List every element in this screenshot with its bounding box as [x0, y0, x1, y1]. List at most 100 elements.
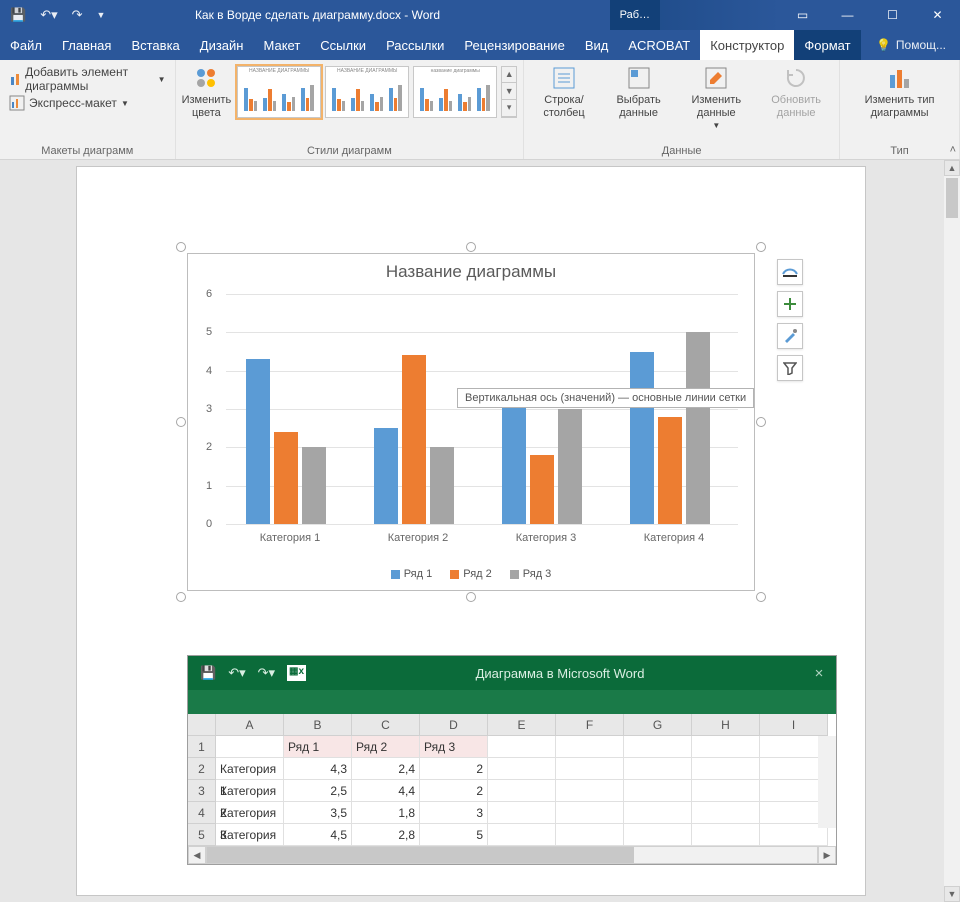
cell[interactable]: Категория 3: [216, 802, 284, 824]
column-header[interactable]: C: [352, 714, 420, 736]
datasheet-save-icon[interactable]: 💾: [200, 665, 216, 681]
change-colors-button[interactable]: Изменить цвета: [182, 64, 232, 119]
bar[interactable]: [502, 390, 526, 524]
cell[interactable]: [624, 758, 692, 780]
cell[interactable]: [556, 780, 624, 802]
tab-format[interactable]: Формат: [794, 30, 860, 60]
cell[interactable]: [556, 736, 624, 758]
legend-item[interactable]: Ряд 2: [450, 568, 492, 580]
gallery-down-icon[interactable]: ▼: [502, 83, 516, 100]
cell[interactable]: [692, 824, 760, 846]
add-chart-element-button[interactable]: Добавить элемент диаграммы▼: [6, 64, 169, 94]
legend-item[interactable]: Ряд 1: [391, 568, 433, 580]
datasheet-redo-icon[interactable]: ↷▾: [258, 665, 275, 681]
resize-handle[interactable]: [756, 417, 766, 427]
cell[interactable]: Ряд 1: [284, 736, 352, 758]
cell[interactable]: [488, 758, 556, 780]
scroll-thumb[interactable]: [946, 178, 958, 218]
chart-legend[interactable]: Ряд 1Ряд 2Ряд 3: [188, 568, 754, 580]
cell[interactable]: 3: [420, 802, 488, 824]
datasheet-close-icon[interactable]: ×: [802, 665, 836, 682]
tab-mailings[interactable]: Рассылки: [376, 30, 454, 60]
cell[interactable]: [556, 758, 624, 780]
resize-handle[interactable]: [756, 592, 766, 602]
bar[interactable]: [658, 417, 682, 524]
tab-view[interactable]: Вид: [575, 30, 619, 60]
chart-object[interactable]: Название диаграммы 0123456Категория 1Кат…: [181, 247, 761, 597]
cell[interactable]: 3,5: [284, 802, 352, 824]
maximize-icon[interactable]: ☐: [870, 0, 915, 30]
cell[interactable]: 2: [420, 758, 488, 780]
cell[interactable]: [488, 802, 556, 824]
cell[interactable]: [624, 824, 692, 846]
column-header[interactable]: H: [692, 714, 760, 736]
style-thumb[interactable]: НАЗВАНИЕ ДИАГРАММЫ: [237, 66, 321, 118]
edit-data-button[interactable]: Изменить данные▼: [679, 64, 753, 130]
column-header[interactable]: I: [760, 714, 828, 736]
chart-styles-button[interactable]: [777, 323, 803, 349]
plot-area[interactable]: 0123456Категория 1Категория 2Категория 3…: [226, 294, 738, 524]
gallery-up-icon[interactable]: ▲: [502, 67, 516, 84]
cell[interactable]: 2,8: [352, 824, 420, 846]
ribbon-options-icon[interactable]: ▭: [780, 0, 825, 30]
vertical-scrollbar[interactable]: ▲ ▼: [944, 160, 960, 902]
cell[interactable]: [556, 824, 624, 846]
bar[interactable]: [374, 428, 398, 524]
switch-row-column-button[interactable]: Строка/ столбец: [530, 64, 598, 130]
resize-handle[interactable]: [176, 592, 186, 602]
datasheet-excel-icon[interactable]: ▦x: [287, 665, 306, 681]
cell[interactable]: [488, 824, 556, 846]
chart-styles-gallery[interactable]: НАЗВАНИЕ ДИАГРАММЫ НАЗВАНИЕ ДИАГРАММЫ на…: [237, 66, 517, 118]
tab-insert[interactable]: Вставка: [121, 30, 189, 60]
bar[interactable]: [402, 355, 426, 524]
chart-title[interactable]: Название диаграммы: [188, 254, 754, 292]
resize-handle[interactable]: [466, 592, 476, 602]
bar[interactable]: [686, 332, 710, 524]
cell[interactable]: [624, 736, 692, 758]
chart-elements-button[interactable]: [777, 291, 803, 317]
select-data-button[interactable]: Выбрать данные: [604, 64, 674, 130]
cell[interactable]: [216, 736, 284, 758]
chart-area[interactable]: Название диаграммы 0123456Категория 1Кат…: [187, 253, 755, 591]
column-header[interactable]: E: [488, 714, 556, 736]
cell[interactable]: [488, 736, 556, 758]
close-icon[interactable]: ✕: [915, 0, 960, 30]
tab-layout[interactable]: Макет: [253, 30, 310, 60]
tab-references[interactable]: Ссылки: [310, 30, 376, 60]
column-header[interactable]: G: [624, 714, 692, 736]
cell[interactable]: [692, 780, 760, 802]
collapse-ribbon-icon[interactable]: ˄: [950, 144, 956, 156]
datasheet-undo-icon[interactable]: ↶▾: [228, 665, 245, 681]
tell-me[interactable]: 💡Помощ...: [862, 30, 960, 60]
bar[interactable]: [274, 432, 298, 524]
column-header[interactable]: F: [556, 714, 624, 736]
hscroll-left-icon[interactable]: ◀: [188, 846, 206, 864]
chart-filters-button[interactable]: [777, 355, 803, 381]
cell[interactable]: [692, 802, 760, 824]
style-thumb[interactable]: название диаграммы: [413, 66, 497, 118]
tab-review[interactable]: Рецензирование: [454, 30, 574, 60]
column-header[interactable]: D: [420, 714, 488, 736]
cell[interactable]: 4,4: [352, 780, 420, 802]
cell[interactable]: [624, 780, 692, 802]
bar[interactable]: [630, 352, 654, 525]
bar[interactable]: [530, 455, 554, 524]
select-all-corner[interactable]: [188, 714, 216, 736]
cell[interactable]: 2: [420, 780, 488, 802]
cell[interactable]: 1,8: [352, 802, 420, 824]
datasheet-hscroll[interactable]: ◀ ▶: [188, 846, 836, 864]
cell[interactable]: [488, 780, 556, 802]
cell[interactable]: [692, 736, 760, 758]
row-header[interactable]: 3: [188, 780, 216, 802]
cell[interactable]: Ряд 2: [352, 736, 420, 758]
cell[interactable]: 2,4: [352, 758, 420, 780]
cell[interactable]: Категория 4: [216, 824, 284, 846]
cell[interactable]: [692, 758, 760, 780]
bar[interactable]: [302, 447, 326, 524]
cell[interactable]: 4,3: [284, 758, 352, 780]
change-chart-type-button[interactable]: Изменить тип диаграммы: [846, 64, 953, 119]
cell[interactable]: Ряд 3: [420, 736, 488, 758]
quick-layout-button[interactable]: Экспресс-макет▼: [6, 94, 169, 112]
row-header[interactable]: 1: [188, 736, 216, 758]
bar[interactable]: [430, 447, 454, 524]
